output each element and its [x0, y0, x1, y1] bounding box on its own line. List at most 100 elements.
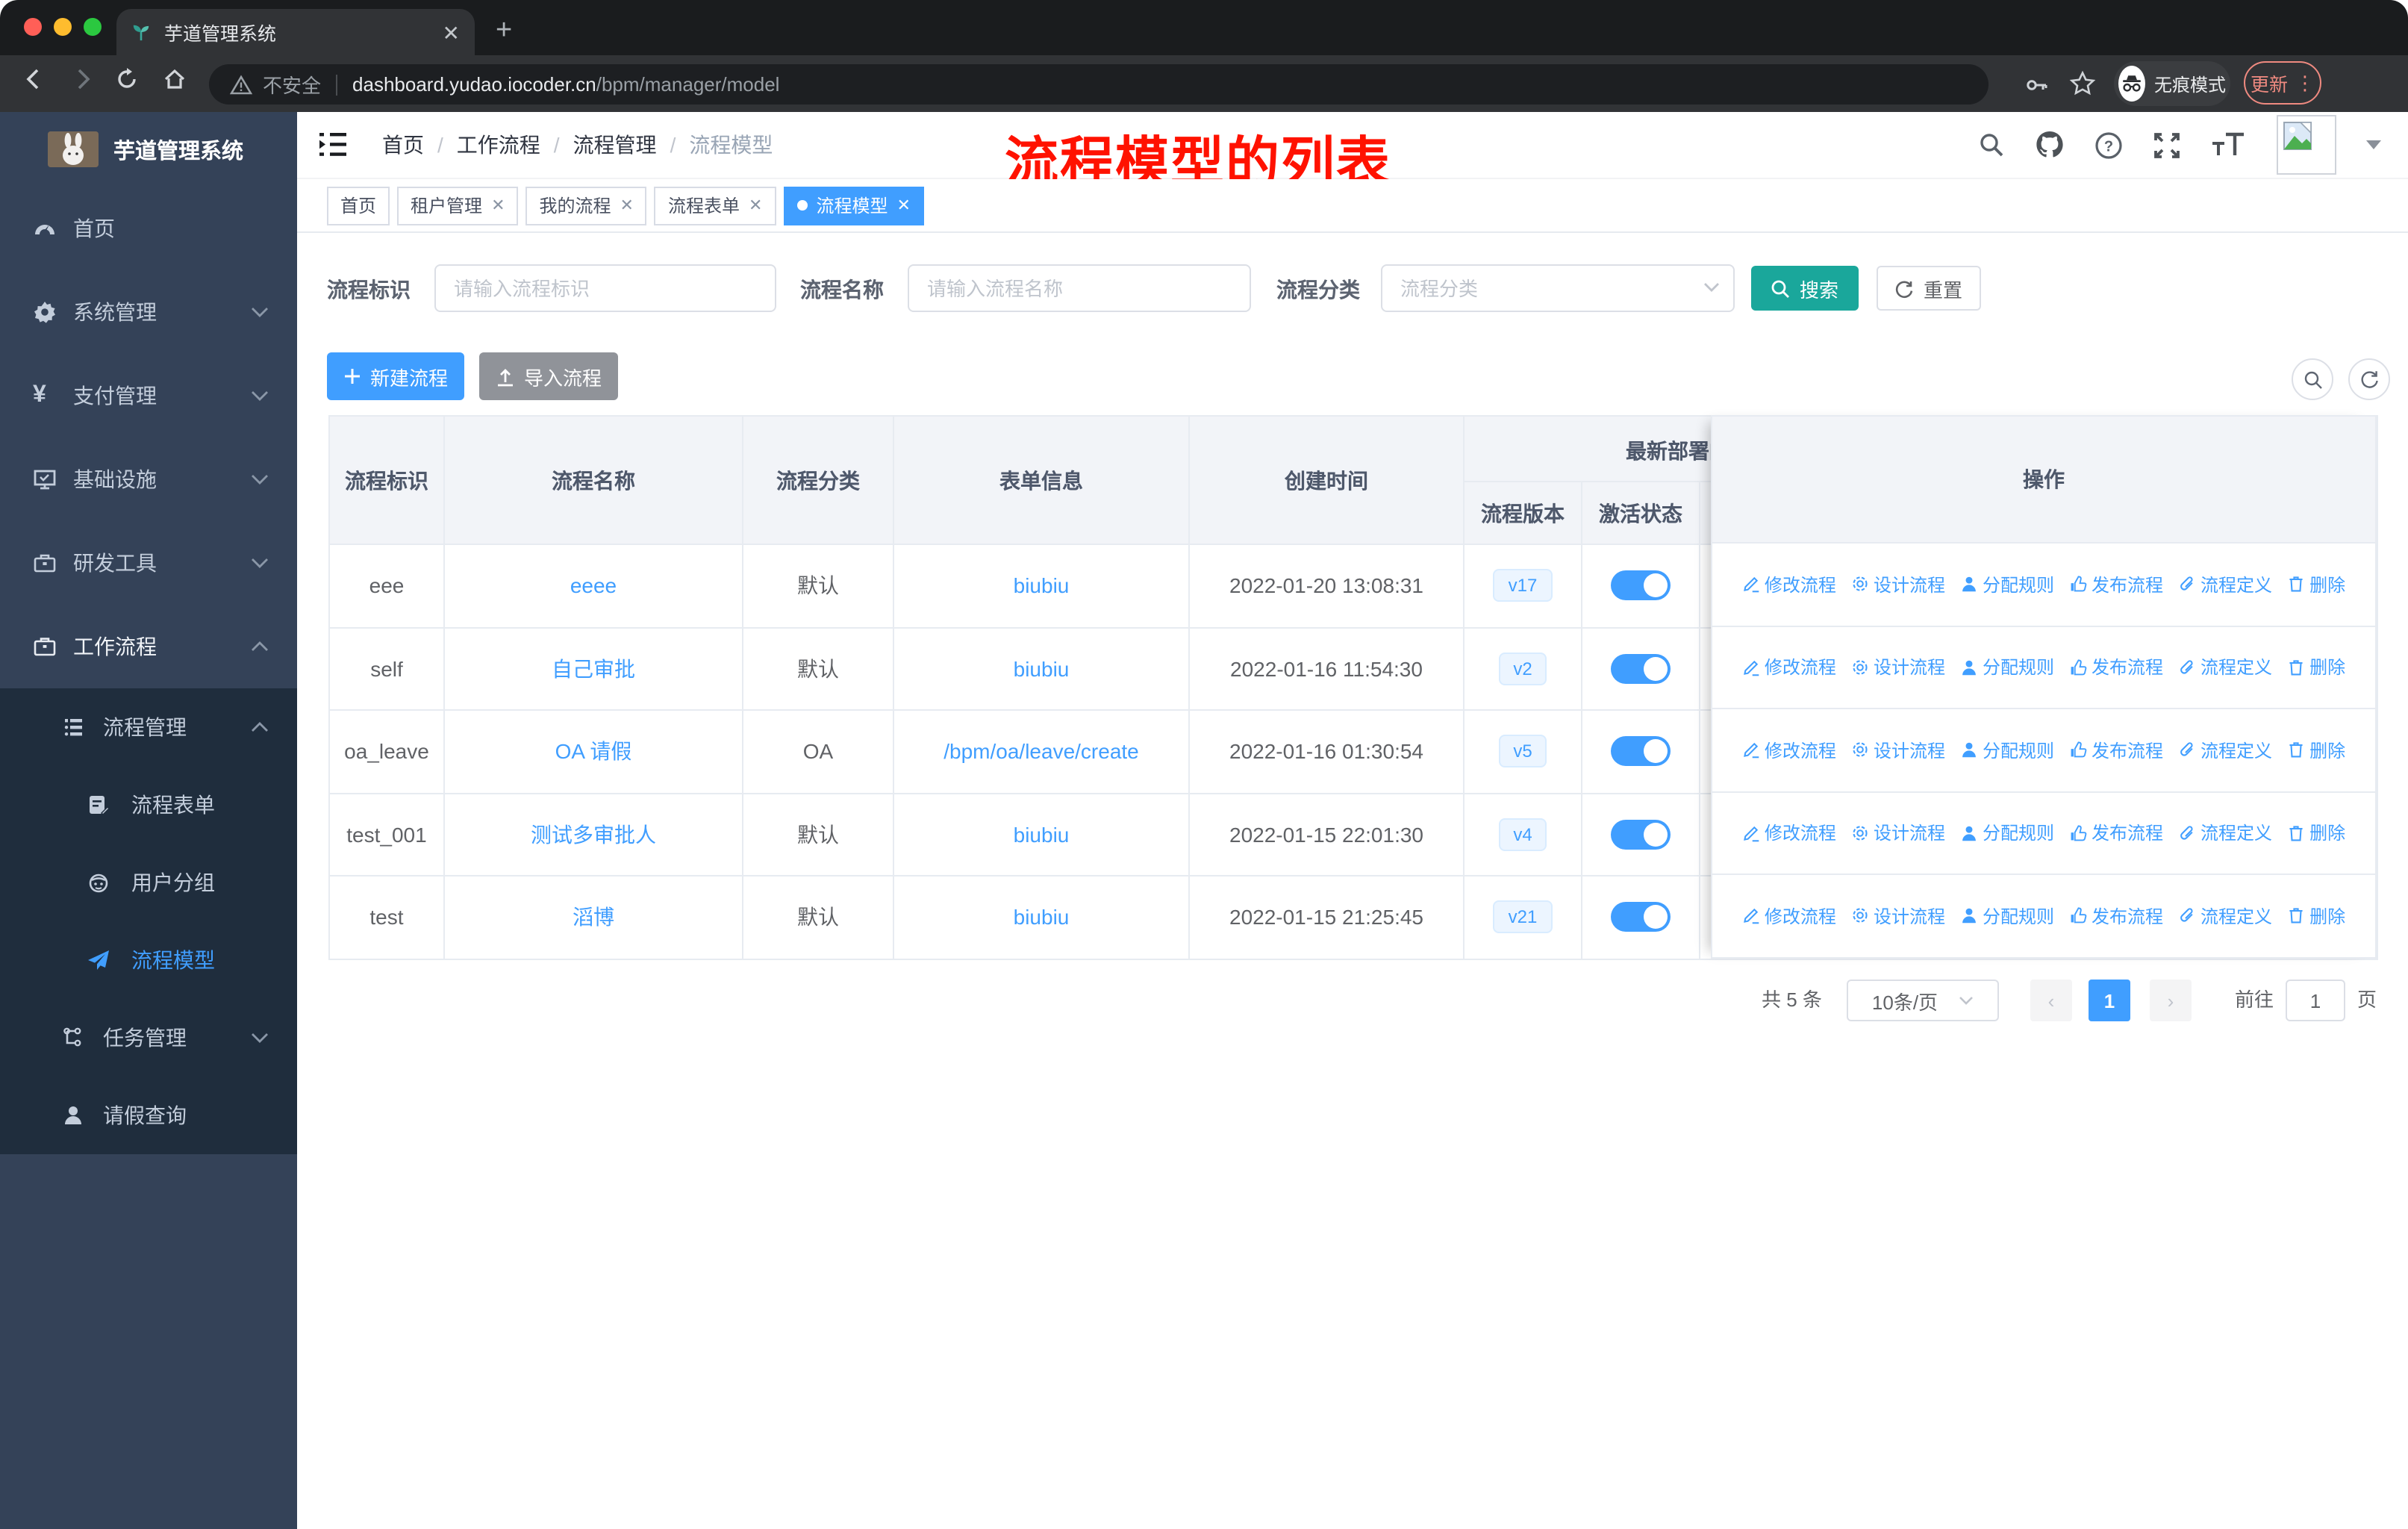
- form-info-link[interactable]: /bpm/oa/leave/create: [943, 740, 1139, 764]
- browser-update-button[interactable]: 更新 ⋮: [2244, 61, 2321, 105]
- version-tag[interactable]: v5: [1498, 735, 1547, 768]
- process-definition-link[interactable]: 流程定义: [2178, 655, 2272, 680]
- sidebar-item-process-management[interactable]: 流程管理: [0, 688, 297, 766]
- modify-process-link[interactable]: 修改流程: [1742, 655, 1836, 680]
- assign-rule-link[interactable]: 分配规则: [1960, 903, 2054, 929]
- sidebar-item-leave-query[interactable]: 请假查询: [0, 1077, 297, 1154]
- tag-close-icon[interactable]: ✕: [491, 196, 505, 215]
- goto-page-input[interactable]: [2286, 980, 2345, 1021]
- window-close-button[interactable]: [24, 18, 42, 36]
- import-process-button[interactable]: 导入流程: [479, 352, 618, 400]
- tag-home[interactable]: 首页: [327, 186, 390, 225]
- process-definition-link[interactable]: 流程定义: [2178, 738, 2272, 763]
- assign-rule-link[interactable]: 分配规则: [1960, 738, 2054, 763]
- form-info-link[interactable]: biubiu: [1014, 823, 1070, 847]
- assign-rule-link[interactable]: 分配规则: [1960, 572, 2054, 597]
- form-info-link[interactable]: biubiu: [1014, 906, 1070, 929]
- forward-icon[interactable]: [69, 66, 96, 93]
- process-name-link[interactable]: eeee: [570, 574, 617, 598]
- search-icon[interactable]: [1978, 131, 2005, 158]
- current-page-button[interactable]: 1: [2089, 980, 2130, 1021]
- tag-close-icon[interactable]: ✕: [620, 196, 634, 215]
- active-status-toggle[interactable]: [1611, 902, 1671, 932]
- reset-button[interactable]: 重置: [1877, 266, 1981, 311]
- design-process-link[interactable]: 设计流程: [1851, 903, 1945, 929]
- address-bar[interactable]: 不安全 dashboard.yudao.iocoder.cn/bpm/manag…: [209, 64, 1989, 105]
- version-tag[interactable]: v2: [1498, 652, 1547, 685]
- home-icon[interactable]: [161, 66, 188, 93]
- create-process-button[interactable]: 新建流程: [327, 352, 464, 400]
- breadcrumb-process-management[interactable]: 流程管理: [573, 130, 657, 160]
- assign-rule-link[interactable]: 分配规则: [1960, 820, 2054, 846]
- category-select-input[interactable]: [1381, 264, 1735, 312]
- publish-process-link[interactable]: 发布流程: [2069, 738, 2163, 763]
- reload-icon[interactable]: [113, 66, 140, 93]
- incognito-badge[interactable]: 无痕模式: [2114, 61, 2230, 106]
- search-button[interactable]: 搜索: [1751, 266, 1859, 311]
- delete-link[interactable]: 删除: [2287, 903, 2345, 929]
- process-definition-link[interactable]: 流程定义: [2178, 572, 2272, 597]
- tag-close-icon[interactable]: ✕: [749, 196, 762, 215]
- design-process-link[interactable]: 设计流程: [1851, 820, 1945, 846]
- publish-process-link[interactable]: 发布流程: [2069, 655, 2163, 680]
- app-logo[interactable]: 芋道管理系统: [0, 112, 297, 187]
- process-name-link[interactable]: 滔博: [573, 906, 614, 929]
- assign-rule-link[interactable]: 分配规则: [1960, 655, 2054, 680]
- sidebar-item-infrastructure[interactable]: 基础设施: [0, 437, 297, 521]
- bookmark-star-icon[interactable]: [2069, 70, 2096, 97]
- form-info-link[interactable]: biubiu: [1014, 574, 1070, 598]
- publish-process-link[interactable]: 发布流程: [2069, 903, 2163, 929]
- sidebar-item-process-model[interactable]: 流程模型: [0, 921, 297, 999]
- back-icon[interactable]: [21, 66, 48, 93]
- process-name-input[interactable]: [908, 264, 1251, 312]
- tag-process-form[interactable]: 流程表单 ✕: [654, 186, 776, 225]
- active-status-toggle[interactable]: [1611, 819, 1671, 850]
- process-name-link[interactable]: 测试多审批人: [531, 823, 656, 847]
- help-icon[interactable]: ?: [2094, 131, 2123, 159]
- refresh-table-button[interactable]: [2348, 358, 2390, 400]
- prev-page-button[interactable]: ‹: [2030, 980, 2072, 1021]
- version-tag[interactable]: v17: [1493, 569, 1553, 602]
- tag-tenant[interactable]: 租户管理 ✕: [397, 186, 519, 225]
- process-name-link[interactable]: 自己审批: [552, 657, 635, 681]
- sidebar-item-payment[interactable]: ¥ 支付管理: [0, 354, 297, 437]
- delete-link[interactable]: 删除: [2287, 820, 2345, 846]
- tab-close-icon[interactable]: ✕: [443, 22, 460, 43]
- browser-menu-kebab-icon[interactable]: ⋮: [2295, 73, 2315, 93]
- active-status-toggle[interactable]: [1611, 570, 1671, 601]
- tag-process-model[interactable]: 流程模型 ✕: [783, 186, 924, 225]
- new-tab-button[interactable]: +: [496, 13, 512, 49]
- sidebar-collapse-icon[interactable]: [318, 131, 348, 158]
- show-search-button[interactable]: [2292, 358, 2333, 400]
- design-process-link[interactable]: 设计流程: [1851, 572, 1945, 597]
- form-info-link[interactable]: biubiu: [1014, 657, 1070, 681]
- active-status-toggle[interactable]: [1611, 653, 1671, 684]
- browser-tab[interactable]: 芋道管理系统 ✕: [116, 9, 475, 55]
- delete-link[interactable]: 删除: [2287, 572, 2345, 597]
- tag-my-process[interactable]: 我的流程 ✕: [525, 186, 647, 225]
- window-zoom-button[interactable]: [84, 18, 102, 36]
- design-process-link[interactable]: 设计流程: [1851, 655, 1945, 680]
- sidebar-item-home[interactable]: 首页: [0, 187, 297, 270]
- modify-process-link[interactable]: 修改流程: [1742, 572, 1836, 597]
- process-definition-link[interactable]: 流程定义: [2178, 903, 2272, 929]
- process-name-link[interactable]: OA 请假: [555, 740, 632, 764]
- fullscreen-icon[interactable]: [2153, 131, 2181, 159]
- publish-process-link[interactable]: 发布流程: [2069, 572, 2163, 597]
- font-size-icon[interactable]: [2211, 131, 2247, 158]
- design-process-link[interactable]: 设计流程: [1851, 738, 1945, 763]
- delete-link[interactable]: 删除: [2287, 738, 2345, 763]
- version-tag[interactable]: v21: [1493, 900, 1553, 934]
- security-label[interactable]: 不安全: [263, 70, 321, 99]
- key-icon[interactable]: [2024, 73, 2050, 97]
- sidebar-item-devtools[interactable]: 研发工具: [0, 521, 297, 605]
- active-status-toggle[interactable]: [1611, 736, 1671, 767]
- sidebar-item-system[interactable]: 系统管理: [0, 270, 297, 354]
- modify-process-link[interactable]: 修改流程: [1742, 738, 1836, 763]
- publish-process-link[interactable]: 发布流程: [2069, 820, 2163, 846]
- version-tag[interactable]: v4: [1498, 818, 1547, 851]
- sidebar-item-task-management[interactable]: 任务管理: [0, 999, 297, 1077]
- sidebar-item-user-group[interactable]: 用户分组: [0, 844, 297, 921]
- sidebar-item-process-form[interactable]: 流程表单: [0, 766, 297, 844]
- modify-process-link[interactable]: 修改流程: [1742, 903, 1836, 929]
